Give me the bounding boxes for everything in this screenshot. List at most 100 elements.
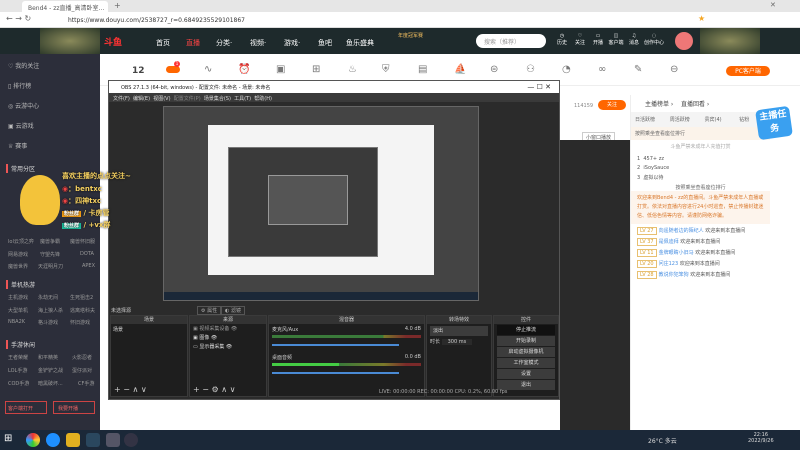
more-icon[interactable]: ⊖ — [670, 64, 678, 75]
game-link[interactable]: LOL手游 — [8, 367, 27, 374]
gauge-icon[interactable]: ◔ — [562, 64, 571, 75]
source-item[interactable]: ▭ 显示器采集 👁 — [190, 342, 266, 351]
menu-help[interactable]: 帮助(H) — [254, 96, 272, 102]
stop-streaming-button[interactable]: 停止推流 — [497, 325, 555, 335]
game-link[interactable]: 海上狼人杀 — [38, 307, 63, 314]
video-player[interactable] — [560, 140, 630, 430]
glasses-icon[interactable]: ∞ — [598, 64, 606, 75]
browser-tab[interactable]: Bend4 - zz直播_高清卧室... — [22, 1, 108, 12]
pc-client-button[interactable]: PC客户端 — [726, 66, 770, 76]
new-tab-button[interactable]: + — [114, 1, 121, 10]
tab-vip[interactable]: 贵宾(4) — [701, 112, 736, 127]
settings-button[interactable]: 设置 — [497, 369, 555, 379]
game-link[interactable]: 永劫无间 — [38, 294, 58, 301]
nav-live[interactable]: 直播 — [186, 38, 200, 48]
game-link[interactable]: 格斗游戏 — [38, 319, 58, 326]
ad-icon[interactable]: ▣ — [276, 64, 285, 75]
game-link[interactable]: 魔兽世界 — [8, 263, 28, 270]
alarm-icon[interactable]: ⏰ — [238, 64, 250, 75]
sidebar-item-rank[interactable]: ▯ 排行榜 — [8, 81, 31, 90]
url-input[interactable]: https://www.douyu.com/2538727_r=0.684923… — [62, 14, 312, 26]
browser-taskbar-icon[interactable] — [26, 433, 40, 447]
gift-icon[interactable]: ⊞ — [312, 64, 320, 75]
douyu-logo[interactable]: 斗鱼 — [104, 35, 122, 48]
game-link[interactable]: NBA2K — [8, 319, 25, 325]
nav-games[interactable]: 游戏· — [284, 38, 300, 48]
game-link[interactable]: DOTA — [80, 251, 94, 257]
nav-video[interactable]: 视频· — [250, 38, 266, 48]
game-link[interactable]: CF手游 — [78, 380, 94, 387]
streamer-rank-link[interactable]: 主播榜单 — [645, 101, 669, 108]
rank-row[interactable]: 2 iSoySauce — [637, 165, 764, 171]
game-link[interactable]: 暗黑破坏... — [38, 380, 63, 387]
menu-edit[interactable]: 编辑(E) — [133, 96, 150, 102]
back-icon[interactable]: ← → ↻ — [6, 14, 31, 23]
app-taskbar-icon[interactable] — [66, 433, 80, 447]
menu-tools[interactable]: 工具(T) — [234, 96, 251, 102]
game-link[interactable]: 主机游戏 — [8, 294, 28, 301]
game-link[interactable]: 天涯明月刀 — [38, 263, 63, 270]
game-link[interactable]: 魔兽怀旧服 — [70, 238, 95, 245]
menu-profile[interactable]: 配置文件(P) — [174, 96, 201, 102]
game-link[interactable]: 生死狙击2 — [70, 294, 93, 301]
edit-icon[interactable]: ✎ — [634, 64, 642, 75]
menu-file[interactable]: 文件(F) — [113, 96, 130, 102]
tab-daily[interactable]: 日活跃榜 — [631, 112, 666, 127]
source-item[interactable]: ▣ 图像 👁 — [190, 333, 266, 342]
filters-button[interactable]: ◐ 滤镜 — [221, 306, 245, 315]
rank-row[interactable]: 3 虚拟以待 — [637, 174, 764, 181]
sidebar-item-esports[interactable]: ♕ 赛事 — [8, 141, 27, 150]
message-icon[interactable]: ♫ 消息 — [624, 33, 644, 46]
close-window-icon[interactable]: ✕ — [770, 1, 776, 9]
duration-input[interactable]: 300 ms — [441, 339, 473, 345]
game-link[interactable]: 金铲铲之战 — [38, 367, 63, 374]
clock[interactable]: 22:16 2022/9/26 — [748, 432, 774, 444]
game-link[interactable]: 王者荣耀 — [8, 354, 28, 361]
star-icon[interactable]: ★ — [698, 14, 705, 23]
toggle-icon[interactable] — [166, 66, 180, 73]
follow-button[interactable]: 关注 — [598, 100, 626, 110]
source-controls[interactable]: + − ⚙ ∧ ∨ — [193, 385, 235, 394]
clipboard-icon[interactable]: ▤ — [418, 64, 427, 75]
game-link[interactable]: COD手游 — [8, 380, 29, 387]
source-item[interactable]: ▣ 视频采集设备 👁 — [190, 324, 266, 333]
start-live-button[interactable]: 我要开播 — [53, 401, 95, 414]
replay-link[interactable]: 直播回看 — [681, 101, 705, 108]
scene-controls[interactable]: + − ∧ ∨ — [114, 385, 147, 394]
boat-icon[interactable]: ⛵ — [454, 64, 466, 75]
fire-icon[interactable]: ♨ — [348, 64, 357, 75]
app-taskbar-icon[interactable] — [106, 433, 120, 447]
ufo-icon[interactable]: ⊜ — [490, 64, 498, 75]
follow-icon[interactable]: ♡ 关注 — [570, 33, 590, 46]
properties-button[interactable]: ⚙ 属性 — [197, 306, 222, 315]
obs-preview[interactable] — [163, 106, 479, 301]
virtual-camera-button[interactable]: 启动虚拟摄像机 — [497, 347, 555, 357]
search-input[interactable]: 搜索（推荐） — [476, 34, 546, 48]
game-link[interactable]: 逃离塔科夫 — [70, 307, 95, 314]
game-link[interactable]: lol云顶之弈 — [8, 238, 34, 245]
steam-icon[interactable] — [86, 433, 100, 447]
open-client-button[interactable]: 客户端打开 — [5, 401, 47, 414]
shield-icon[interactable]: ⛨ — [382, 64, 390, 75]
sidebar-item-follow[interactable]: ♡ 我的关注 — [8, 61, 39, 70]
volume-slider[interactable] — [272, 344, 399, 346]
tab-weekly[interactable]: 周活跃榜 — [666, 112, 701, 127]
menu-scene-collection[interactable]: 场景集合(S) — [204, 96, 231, 102]
nav-festival[interactable]: 鱼乐盛典 — [346, 38, 374, 48]
menu-view[interactable]: 视图(V) — [153, 96, 170, 102]
game-link[interactable]: 和平精英 — [38, 354, 58, 361]
streamer-task-badge[interactable]: 主播任务 — [755, 105, 793, 141]
weather[interactable]: 26°C 多云 — [648, 436, 677, 445]
volume-slider[interactable] — [272, 372, 399, 374]
start-recording-button[interactable]: 开始录制 — [497, 336, 555, 346]
nav-fishbar[interactable]: 鱼吧 — [318, 38, 332, 48]
game-link[interactable]: 守望先锋 — [40, 251, 60, 258]
creator-icon[interactable]: ◌ 创作中心 — [644, 33, 664, 46]
game-link[interactable]: 魔兽争霸 — [40, 238, 60, 245]
game-link[interactable]: 蛋仔派对 — [72, 367, 92, 374]
start-icon[interactable]: ⊞ — [4, 433, 18, 447]
rank-row[interactable]: 1 457+ zz — [637, 156, 764, 162]
game-link[interactable]: 怀旧游戏 — [70, 319, 90, 326]
scene-item[interactable]: 场景 — [111, 324, 187, 335]
game-link[interactable]: 大型单机 — [8, 307, 28, 314]
